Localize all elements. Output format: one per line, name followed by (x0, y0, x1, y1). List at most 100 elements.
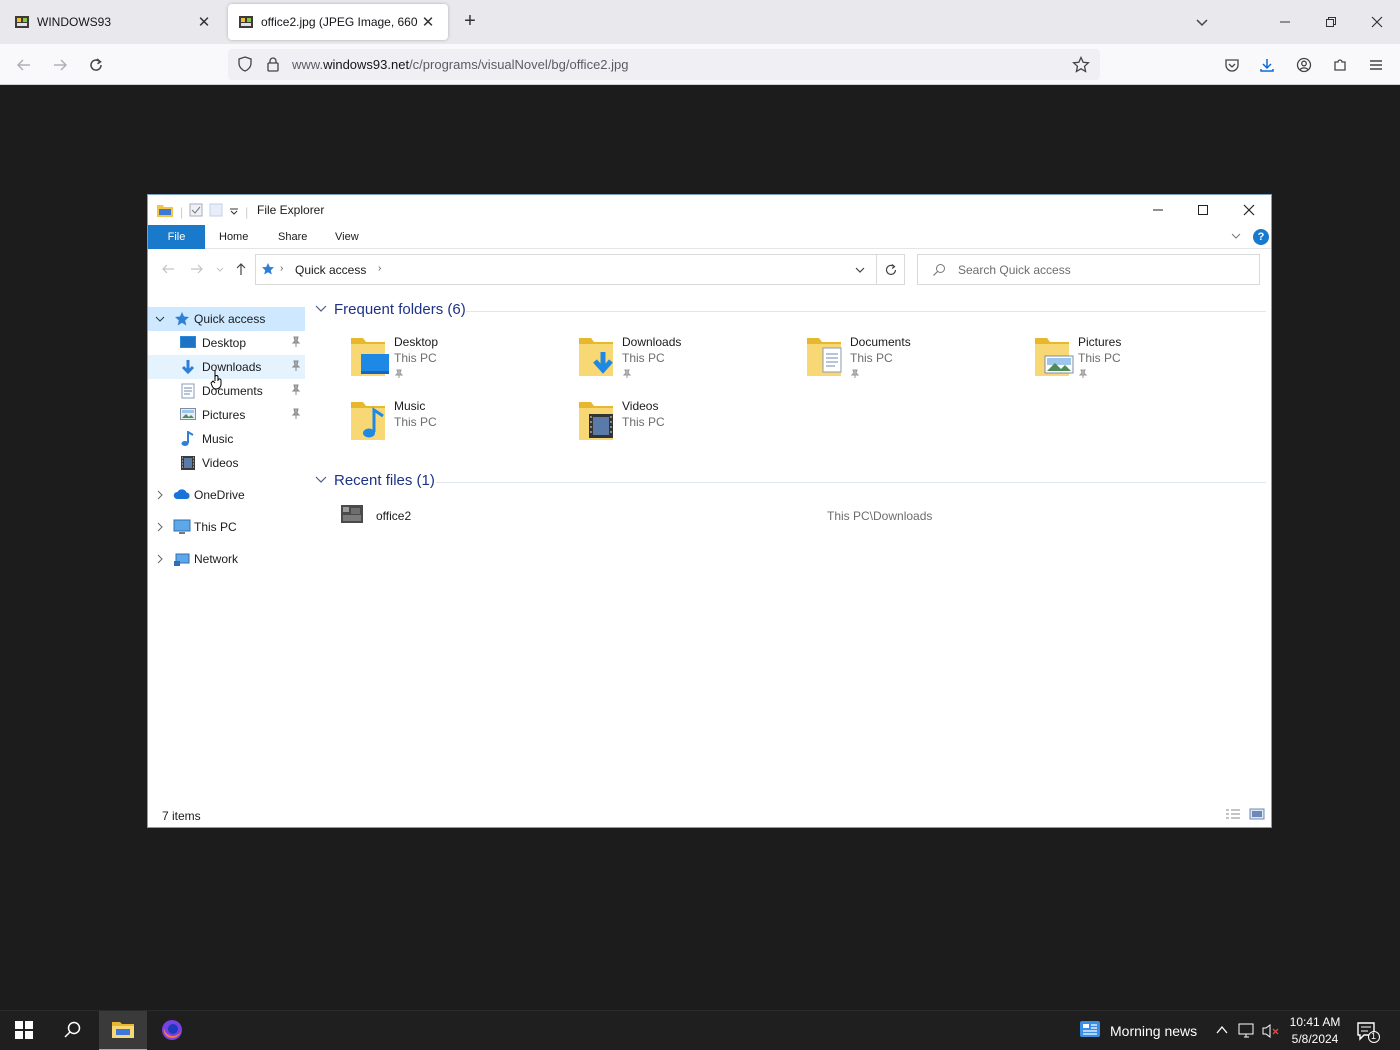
close-tab-icon[interactable]: ✕ (418, 12, 438, 32)
maximize-icon[interactable] (1180, 195, 1226, 225)
large-icons-view-icon[interactable] (1249, 808, 1265, 823)
collapse-group-icon[interactable] (315, 301, 329, 318)
news-widget[interactable]: Morning news (1080, 1021, 1197, 1040)
nav-label: OneDrive (194, 488, 245, 502)
address-dropdown-icon[interactable] (854, 265, 866, 279)
explorer-app-icon[interactable] (156, 202, 174, 221)
search-input[interactable]: Search Quick access (917, 254, 1260, 285)
content-pane: Frequent folders (6) Desktop This PC Dow… (311, 295, 1271, 795)
windows-logo-icon (15, 1020, 33, 1042)
new-tab-button[interactable]: + (458, 10, 482, 34)
close-browser-icon[interactable] (1362, 8, 1392, 36)
account-icon[interactable] (1291, 52, 1317, 78)
network-tray-icon[interactable] (1238, 1023, 1256, 1042)
search-button[interactable] (48, 1011, 96, 1050)
nav-label: Desktop (202, 336, 247, 350)
system-clock[interactable]: 10:41 AM 5/8/2024 (1282, 1014, 1348, 1048)
extensions-icon[interactable] (1327, 52, 1353, 78)
nav-item-desktop[interactable]: Desktop (148, 331, 305, 355)
minimize-icon[interactable] (1135, 195, 1181, 225)
expand-ribbon-icon[interactable] (1230, 230, 1242, 245)
nav-item-quick-access[interactable]: Quick access (148, 307, 305, 331)
folder-tile-desktop[interactable]: Desktop This PC (349, 332, 569, 388)
breadcrumb-chevron-icon[interactable]: › (280, 263, 283, 274)
back-icon[interactable] (159, 260, 177, 278)
folder-location: This PC (622, 415, 665, 429)
taskbar-file-explorer[interactable] (99, 1011, 147, 1050)
ribbon-tab-file[interactable]: File (148, 225, 205, 249)
recent-locations-icon[interactable] (211, 260, 229, 278)
nav-item-pictures[interactable]: Pictures (148, 403, 305, 427)
new-folder-icon[interactable] (209, 203, 223, 220)
folder-tile-videos[interactable]: Videos This PC (577, 396, 797, 452)
nav-item-this-pc[interactable]: This PC (148, 515, 305, 539)
tracking-shield-icon[interactable] (237, 56, 253, 75)
list-all-tabs-icon[interactable] (1192, 12, 1212, 32)
lock-icon[interactable] (265, 56, 281, 75)
help-button[interactable]: ? (1253, 229, 1269, 245)
volume-muted-icon[interactable] (1262, 1023, 1280, 1042)
folder-tile-music[interactable]: Music This PC (349, 396, 569, 452)
recent-file-row[interactable]: office2 This PC\Downloads (341, 505, 1241, 527)
expand-chevron-icon[interactable] (154, 553, 166, 565)
pin-icon[interactable] (290, 408, 302, 423)
recent-files-header[interactable]: Recent files (1) (315, 472, 435, 489)
nav-item-onedrive[interactable]: OneDrive (148, 483, 305, 507)
collapse-group-icon[interactable] (315, 472, 329, 489)
network-icon (173, 551, 190, 567)
folder-tile-downloads[interactable]: Downloads This PC (577, 332, 797, 388)
reload-icon[interactable] (83, 52, 109, 78)
pin-icon[interactable] (290, 336, 302, 351)
properties-icon[interactable] (189, 203, 203, 220)
tab-office2-image[interactable]: office2.jpg (JPEG Image, 660 × ✕ (228, 4, 448, 40)
nav-item-music[interactable]: Music (148, 427, 305, 451)
ribbon-tab-share[interactable]: Share (264, 225, 321, 249)
start-button[interactable] (0, 1011, 48, 1050)
close-tab-icon[interactable]: ✕ (194, 12, 214, 32)
clock-date: 5/8/2024 (1291, 1032, 1339, 1046)
details-view-icon[interactable] (1225, 808, 1241, 823)
back-arrow-icon[interactable] (11, 52, 37, 78)
nav-item-network[interactable]: Network (148, 547, 305, 571)
show-hidden-icons-chevron-icon[interactable] (1215, 1023, 1229, 1040)
tab-windows93[interactable]: WINDOWS93 ✕ (4, 4, 224, 40)
expand-chevron-icon[interactable] (154, 521, 166, 533)
folder-tile-documents[interactable]: Documents This PC (805, 332, 1025, 388)
notification-center-button[interactable]: 1 (1356, 1021, 1380, 1046)
taskbar-firefox[interactable] (149, 1011, 195, 1050)
folder-tile-pictures[interactable]: Pictures This PC (1033, 332, 1253, 388)
nav-item-videos[interactable]: Videos (148, 451, 305, 475)
refresh-icon[interactable] (884, 263, 898, 280)
up-arrow-icon[interactable] (232, 260, 250, 278)
forward-icon[interactable] (188, 260, 206, 278)
restore-browser-icon[interactable] (1316, 8, 1346, 36)
collapse-chevron-icon[interactable] (154, 313, 166, 325)
pin-icon[interactable] (290, 360, 302, 375)
breadcrumb-chevron-icon[interactable]: › (378, 263, 381, 274)
downloads-icon[interactable] (1254, 52, 1280, 78)
ribbon-tab-view[interactable]: View (321, 225, 373, 249)
pin-icon[interactable] (290, 384, 302, 399)
minimize-browser-icon[interactable] (1270, 8, 1300, 36)
browser-toolbar: www.windows93.net/c/programs/visualNovel… (0, 44, 1400, 85)
pin-icon (394, 368, 404, 382)
frequent-folders-header[interactable]: Frequent folders (6) (315, 301, 466, 318)
status-item-count: 7 items (162, 809, 201, 823)
expand-chevron-icon[interactable] (154, 489, 166, 501)
folder-name: Downloads (622, 335, 682, 349)
url-text[interactable]: www.windows93.net/c/programs/visualNovel… (292, 57, 629, 72)
ribbon-tab-home[interactable]: Home (205, 225, 262, 249)
address-bar[interactable]: › Quick access › (255, 254, 905, 285)
url-bar[interactable]: www.windows93.net/c/programs/visualNovel… (228, 49, 1100, 80)
nav-item-downloads[interactable]: Downloads (148, 355, 305, 379)
menu-hamburger-icon[interactable] (1363, 52, 1389, 78)
explorer-title-bar[interactable]: | | File Explorer (148, 195, 1271, 225)
nav-item-documents[interactable]: Documents (148, 379, 305, 403)
videos-film-icon (180, 455, 196, 471)
pocket-icon[interactable] (1219, 52, 1245, 78)
breadcrumb[interactable]: Quick access (295, 263, 366, 277)
close-window-icon[interactable] (1226, 195, 1272, 225)
bookmark-star-icon[interactable] (1072, 55, 1090, 77)
customize-toolbar-icon[interactable] (229, 205, 239, 219)
forward-arrow-icon[interactable] (47, 52, 73, 78)
